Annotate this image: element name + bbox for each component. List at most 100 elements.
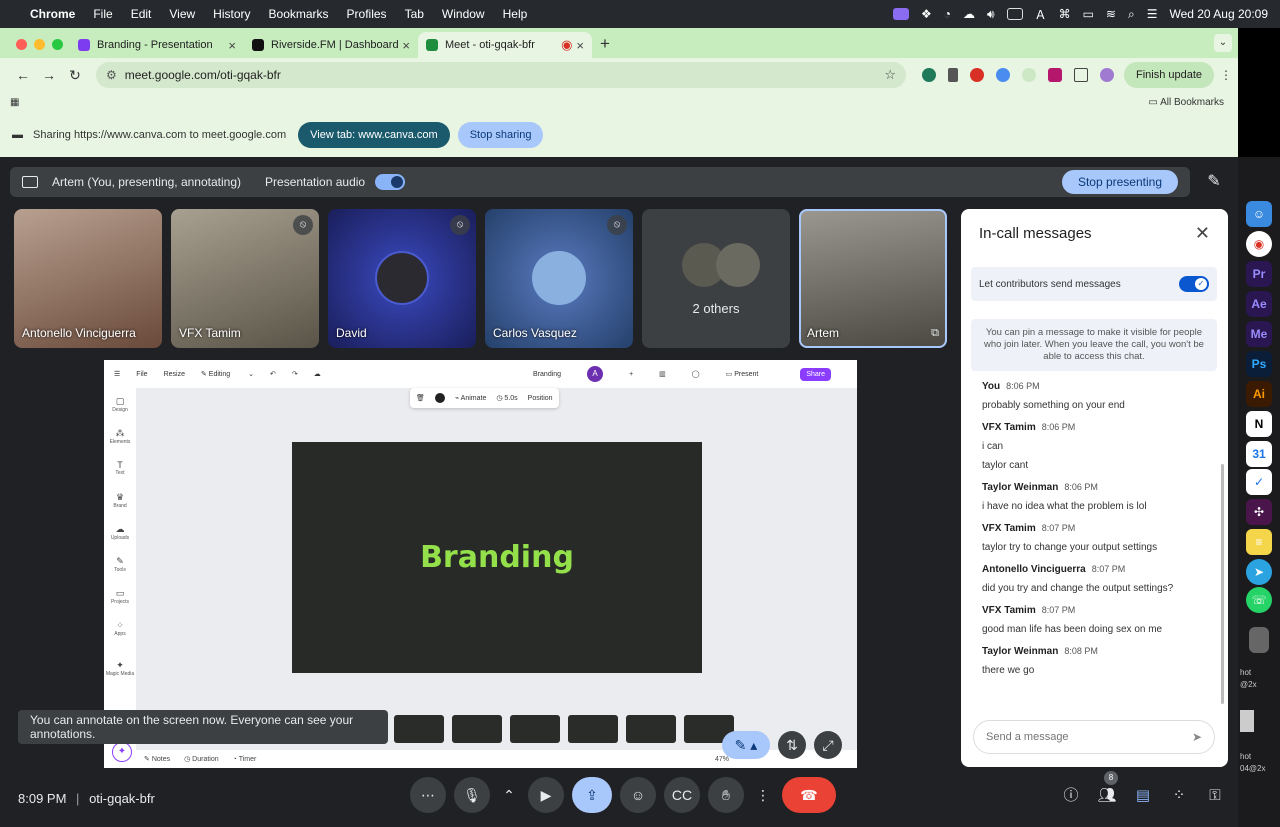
present-now-icon[interactable]: ⇪ (572, 777, 612, 813)
desktop-file-thumbnail[interactable] (1240, 710, 1254, 732)
emoji-icon[interactable]: ☺ (620, 777, 656, 813)
annotate-pencil-icon[interactable]: ✎ (1200, 167, 1228, 197)
menu-window[interactable]: Window (442, 7, 485, 21)
chrome-icon[interactable]: ◉ (1246, 231, 1272, 257)
link-icon[interactable]: ⌘ (1059, 7, 1071, 21)
trash-icon[interactable]: 🗑︎ (416, 394, 425, 402)
stop-presenting-button[interactable]: Stop presenting (1061, 170, 1178, 194)
raise-hand-icon[interactable]: ✋︎ (708, 777, 744, 813)
dropbox-icon[interactable]: ❖ (921, 7, 932, 21)
comment-icon[interactable]: ◯ (692, 370, 700, 378)
back-arrow-icon[interactable]: ← (10, 67, 36, 83)
sidebar-item-apps[interactable]: ⁘ Apps (104, 620, 136, 637)
sidebar-item-tools[interactable]: ✎ Tools (104, 556, 136, 573)
redo-icon[interactable]: ↷ (292, 370, 298, 378)
screen-share-status-icon[interactable] (892, 8, 909, 20)
page-thumbnail[interactable] (510, 715, 560, 743)
sidebar-item-uploads[interactable]: ☁ Uploads (104, 524, 136, 541)
chat-icon[interactable]: ▤ (1132, 785, 1154, 807)
chat-scrollbar[interactable] (1221, 464, 1224, 704)
tab-search-chevron-down-icon[interactable]: ⌄ (1214, 34, 1232, 52)
menu-help[interactable]: Help (503, 7, 528, 21)
page-thumbnail[interactable] (452, 715, 502, 743)
canva-share-button[interactable]: Share (800, 367, 831, 381)
more-options-icon[interactable]: ⋮ (752, 777, 774, 813)
people-icon[interactable]: 👥︎ 8 (1096, 771, 1118, 807)
sidebar-item-text[interactable]: T Text (104, 460, 136, 476)
host-controls-icon[interactable]: ⚿ (1204, 785, 1226, 807)
after-effects-icon[interactable]: Ae (1246, 291, 1272, 317)
presentation-audio-toggle[interactable] (375, 174, 406, 190)
tab-riverside[interactable]: Riverside.FM | Dashboard × (244, 32, 418, 58)
finish-update-button[interactable]: Finish update (1124, 62, 1215, 88)
stop-sharing-button[interactable]: Stop sharing (457, 121, 544, 148)
move-annotations-icon[interactable]: ⇅ (778, 731, 806, 759)
more-audio-options-icon[interactable]: ⋯ (410, 777, 446, 813)
slack-icon[interactable]: ✣ (1246, 499, 1272, 525)
undo-icon[interactable]: ↶ (270, 370, 276, 378)
close-icon[interactable]: ✕ (1195, 223, 1210, 244)
participant-tile[interactable]: ⦸ VFX Tamim (171, 209, 319, 348)
fullscreen-icon[interactable]: ⤢ (814, 731, 842, 759)
sidebar-item-brand[interactable]: ♛ Brand (104, 492, 136, 509)
puzzle-extensions-icon[interactable] (1074, 68, 1088, 82)
menu-history[interactable]: History (213, 7, 250, 21)
finder-icon[interactable]: ☺ (1246, 201, 1272, 227)
participant-tile[interactable]: ⦸ Carlos Vasquez (485, 209, 633, 348)
menu-file[interactable]: File (93, 7, 112, 21)
wifi-icon[interactable]: ≋ (1106, 7, 1116, 21)
tasks-icon[interactable]: ✓ (1246, 469, 1272, 495)
sidebar-item-magic-media[interactable]: ✦ Magic Media (104, 660, 136, 677)
search-icon[interactable]: ⌕ (1128, 7, 1135, 22)
position-button[interactable]: Position (528, 395, 553, 402)
view-tab-button[interactable]: View tab: www.canva.com (298, 121, 450, 148)
page-thumbnail[interactable] (568, 715, 618, 743)
menu-bookmarks[interactable]: Bookmarks (269, 7, 329, 21)
media-encoder-icon[interactable]: Me (1246, 321, 1272, 347)
canva-magic-icon[interactable]: ✦ (112, 742, 132, 762)
menu-clock[interactable]: Wed 20 Aug 20:09 (1169, 7, 1268, 21)
address-bar[interactable]: ⚙ meet.google.com/oti-gqak-bfr ☆ (96, 62, 906, 88)
red-extension-icon[interactable] (970, 68, 984, 82)
close-tab-icon[interactable]: × (402, 38, 410, 53)
control-center-icon[interactable]: ☰ (1147, 7, 1158, 21)
bookmark-star-icon[interactable]: ☆ (884, 67, 896, 83)
menu-tab[interactable]: Tab (405, 7, 424, 21)
pen-extension-icon[interactable] (948, 68, 958, 82)
reload-icon[interactable]: ↻ (62, 67, 88, 84)
keyboard-input-icon[interactable]: Ａ (1035, 6, 1047, 23)
menu-edit[interactable]: Edit (131, 7, 152, 21)
faded-extension-icon[interactable] (1022, 68, 1036, 82)
premiere-icon[interactable]: Pr (1246, 261, 1272, 287)
contributors-toggle[interactable] (1179, 276, 1209, 292)
participant-tile-others[interactable]: 2 others (642, 209, 790, 348)
menu-profiles[interactable]: Profiles (347, 7, 387, 21)
notion-icon[interactable]: N (1246, 411, 1272, 437)
trash-bin-icon[interactable] (1249, 627, 1269, 653)
canva-present-button[interactable]: ▭ Present (726, 370, 775, 378)
avatar[interactable]: A (587, 366, 604, 382)
pip-icon[interactable]: ⧉ (931, 327, 939, 340)
telegram-icon[interactable]: ➤ (1246, 559, 1272, 585)
annotation-pen-icon[interactable]: ✎ ▴ (722, 731, 770, 759)
clock-status-icon[interactable]: ◔ (944, 7, 951, 21)
site-info-icon[interactable]: ⚙ (106, 68, 117, 82)
captions-icon[interactable]: CC (664, 777, 700, 813)
color-swatch[interactable] (434, 393, 445, 403)
whatsapp-icon[interactable]: ☏ (1246, 587, 1272, 613)
cloud-icon[interactable]: ☁ (963, 7, 975, 21)
insights-icon[interactable]: ▥ (659, 370, 666, 378)
new-tab-button[interactable]: + (600, 34, 610, 54)
animate-button[interactable]: ⌁ Animate (455, 394, 486, 402)
canva-doc-name[interactable]: Branding (533, 371, 561, 378)
participant-tile[interactable]: Antonello Vinciguerra (14, 209, 162, 348)
calendar-icon[interactable]: 31 (1246, 441, 1272, 467)
canva-editing[interactable]: ✎ Editing ⌄ (201, 370, 254, 378)
all-bookmarks-link[interactable]: ▭ All Bookmarks (1148, 97, 1224, 108)
menu-app[interactable]: Chrome (30, 7, 75, 21)
message-list[interactable]: You 8:06 PM probably something on your en… (982, 381, 1212, 687)
volume-icon[interactable]: 🔊︎ (987, 7, 995, 22)
notes-icon[interactable]: ≡ (1246, 529, 1272, 555)
tab-canva[interactable]: Branding - Presentation × (70, 32, 244, 58)
illustrator-icon[interactable]: Ai (1246, 381, 1272, 407)
